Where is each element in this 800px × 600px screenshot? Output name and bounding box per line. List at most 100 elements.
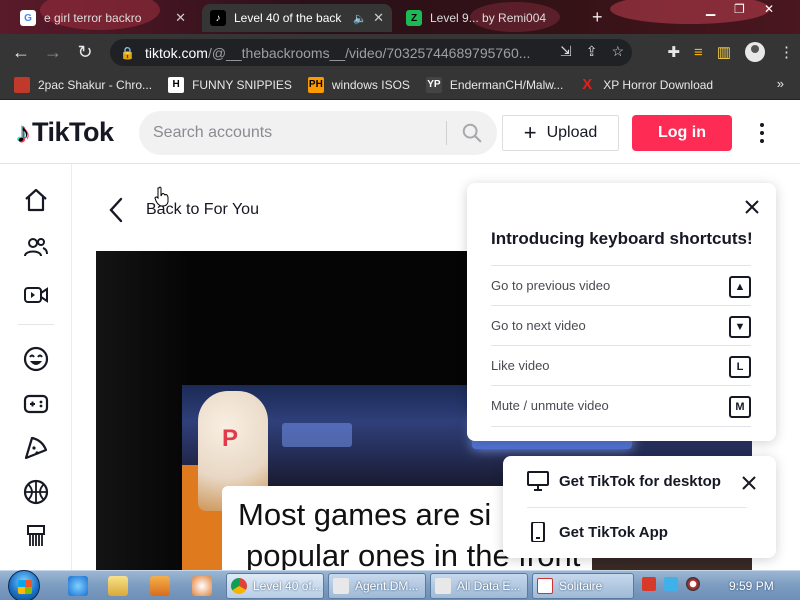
- search-input[interactable]: [153, 124, 433, 142]
- search-bar: [139, 111, 497, 155]
- shortcut-row: Like video L: [491, 345, 751, 385]
- more-bookmarks-chevron-icon[interactable]: »: [777, 76, 784, 91]
- taskbar-clock[interactable]: 9:59 PM: [729, 579, 774, 593]
- url-host: tiktok.com: [144, 44, 208, 61]
- key-m-icon: M: [729, 396, 751, 418]
- get-mobile-app-link[interactable]: Get TikTok App: [527, 522, 668, 542]
- back-arrow-icon[interactable]: ←: [6, 42, 36, 63]
- close-icon[interactable]: [744, 199, 760, 215]
- arcade-neon-sign: [282, 423, 352, 447]
- bookmark-label: windows ISOS: [331, 77, 410, 92]
- taskbar-item[interactable]: Solitaire: [532, 573, 634, 599]
- sports-icon[interactable]: [20, 476, 52, 508]
- url-path: /@__thebackrooms__/video/703257446897957…: [207, 44, 531, 61]
- window-icon: [435, 578, 451, 594]
- get-tiktok-popup: Get TikTok for desktop Get TikTok App: [503, 456, 776, 558]
- keyboard-shortcuts-popup: Introducing keyboard shortcuts! Go to pr…: [467, 183, 776, 441]
- site-favicon: Z: [406, 10, 422, 26]
- close-tab-icon[interactable]: ✕: [175, 10, 186, 26]
- live-icon[interactable]: [20, 279, 52, 311]
- minimize-window-button[interactable]: ▁: [706, 2, 715, 18]
- google-icon: G: [20, 10, 36, 26]
- bookmark-label: FUNNY SNIPPIES: [192, 77, 292, 92]
- sidebar-divider: [18, 324, 54, 325]
- taskbar-item[interactable]: Level 40 of...: [226, 573, 324, 599]
- bookmark-favicon: X: [582, 76, 593, 93]
- bookmark-item[interactable]: H FUNNY SNIPPIES: [168, 76, 292, 93]
- tiktok-favicon: ♪: [210, 10, 226, 26]
- bookmark-item[interactable]: YP EndermanCH/Malw...: [425, 76, 563, 93]
- taskbar-item[interactable]: All Data E...: [430, 573, 528, 599]
- browser-toolbar: ← → ↻ 🔒 tiktok.com/@__thebackrooms__/vid…: [0, 34, 800, 70]
- login-button[interactable]: Log in: [632, 115, 732, 151]
- close-window-button[interactable]: ✕: [764, 2, 774, 18]
- bookmark-item[interactable]: 2pac Shakur - Chro...: [14, 76, 153, 93]
- more-options-icon[interactable]: [752, 120, 772, 146]
- extensions-puzzle-icon[interactable]: ✚: [667, 43, 680, 61]
- close-icon[interactable]: [742, 476, 756, 490]
- browser-tab-strip: G e girl terror backro ✕ ♪ Level 40 of t…: [0, 0, 800, 34]
- beauty-icon[interactable]: [20, 520, 52, 552]
- browser-tab-active[interactable]: ♪ Level 40 of the back 🔈 ✕: [202, 4, 392, 32]
- shortcut-row: Go to next video ▼: [491, 305, 751, 345]
- upload-label: Upload: [546, 124, 598, 141]
- install-app-icon[interactable]: ⇲: [560, 43, 572, 60]
- playlist-extension-icon[interactable]: ≡: [694, 44, 703, 61]
- bookmark-star-icon[interactable]: ☆: [611, 43, 624, 60]
- shortcuts-title: Introducing keyboard shortcuts!: [491, 229, 753, 248]
- new-tab-button[interactable]: +: [592, 7, 603, 28]
- volume-icon[interactable]: [686, 577, 700, 591]
- monitor-icon: [527, 471, 549, 491]
- taskbar-item[interactable]: Agent.DM...: [328, 573, 426, 599]
- food-icon[interactable]: [20, 432, 52, 464]
- bookmark-item[interactable]: X XP Horror Download: [579, 76, 713, 93]
- file-explorer-icon[interactable]: [108, 576, 128, 596]
- key-l-icon: L: [729, 356, 751, 378]
- browser-tab[interactable]: Z Level 9... by Remi004: [398, 4, 582, 32]
- audio-playing-icon[interactable]: 🔈: [353, 12, 367, 25]
- start-button[interactable]: [8, 570, 40, 600]
- forward-arrow-icon[interactable]: →: [38, 42, 68, 63]
- bookmarks-bar: 2pac Shakur - Chro... H FUNNY SNIPPIES P…: [0, 70, 800, 100]
- caption-line: Most games are si: [238, 497, 492, 532]
- bookmark-item[interactable]: PH windows ISOS: [307, 76, 410, 93]
- search-icon[interactable]: [461, 122, 483, 144]
- side-panel-icon[interactable]: ▥: [717, 43, 731, 61]
- get-desktop-app-link[interactable]: Get TikTok for desktop: [527, 471, 721, 491]
- address-bar[interactable]: 🔒 tiktok.com/@__thebackrooms__/video/703…: [110, 39, 632, 66]
- key-up-icon: ▲: [729, 276, 751, 298]
- taskbar-item-label: Agent.DM...: [355, 579, 419, 593]
- tiktok-logo[interactable]: ♪ TikTok: [16, 117, 114, 148]
- background-splat: [610, 0, 770, 24]
- gaming-icon[interactable]: [20, 388, 52, 420]
- reload-icon[interactable]: ↻: [70, 42, 100, 63]
- profile-avatar-icon[interactable]: [745, 42, 765, 62]
- internet-explorer-icon[interactable]: [68, 576, 88, 596]
- maximize-window-button[interactable]: ❐: [734, 2, 745, 18]
- following-icon[interactable]: [20, 231, 52, 263]
- tab-title: Level 9... by Remi004: [430, 11, 547, 25]
- app-icon[interactable]: [192, 576, 212, 596]
- back-to-for-you-link[interactable]: Back to For You: [106, 196, 259, 224]
- shortcut-label: Go to previous video: [491, 278, 611, 293]
- get-app-label: Get TikTok App: [559, 523, 668, 541]
- bookmark-favicon: YP: [425, 76, 442, 93]
- browser-menu-icon[interactable]: ⋮: [779, 43, 794, 61]
- tiktok-header: ♪ TikTok + Upload Log in: [0, 100, 800, 164]
- home-icon[interactable]: [20, 184, 52, 216]
- close-tab-icon[interactable]: ✕: [373, 10, 384, 26]
- share-icon[interactable]: ⇪: [586, 43, 598, 60]
- upload-button[interactable]: + Upload: [502, 115, 619, 151]
- browser-tab[interactable]: G e girl terror backro ✕: [12, 4, 194, 32]
- flag-icon[interactable]: [642, 577, 656, 591]
- popup-divider: [527, 507, 747, 508]
- media-player-icon[interactable]: [150, 576, 170, 596]
- taskbar-item-label: All Data E...: [457, 579, 521, 593]
- video-side-shade: [96, 251, 186, 570]
- bookmark-label: 2pac Shakur - Chro...: [38, 77, 153, 92]
- window-icon: [333, 578, 349, 594]
- comedy-icon[interactable]: [20, 343, 52, 375]
- network-icon[interactable]: [664, 577, 678, 591]
- hand-cursor-icon: [154, 186, 169, 207]
- bookmark-favicon: H: [168, 76, 185, 93]
